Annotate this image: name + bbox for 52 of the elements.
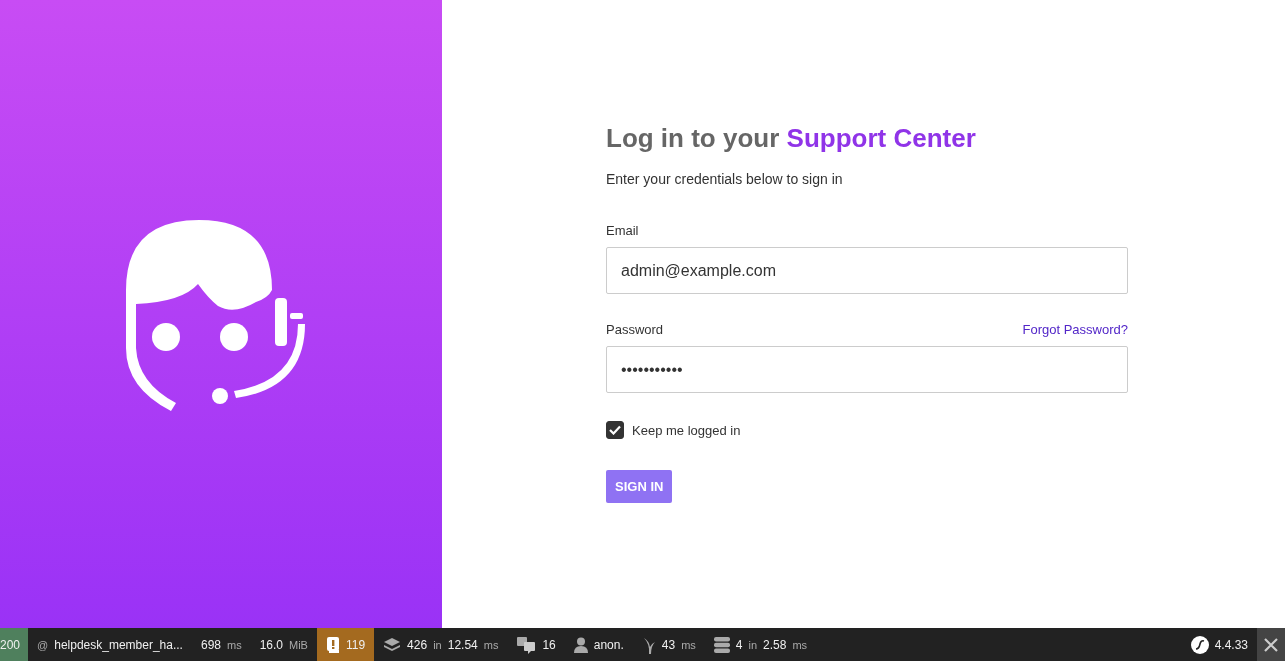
- layers-icon: [383, 636, 402, 653]
- email-field[interactable]: admin@example.com: [606, 247, 1128, 294]
- toolbar-item[interactable]: 200: [0, 628, 29, 661]
- toolbar-value: 16: [542, 637, 556, 652]
- toolbar-value: 4.4.33: [1214, 637, 1248, 652]
- toolbar-item[interactable]: 4 in 2.58 ms: [704, 628, 817, 661]
- toolbar-value: 426: [407, 637, 428, 652]
- password-label: Password: [606, 322, 664, 337]
- close-button[interactable]: [1257, 628, 1285, 661]
- exclamation-book-icon: [325, 636, 340, 653]
- toolbar-unit: ms: [227, 638, 242, 651]
- toolbar-value: 4: [735, 637, 743, 652]
- toolbar-value: helpdesk_member_ha...: [54, 637, 183, 652]
- toolbar-unit: ms: [483, 638, 499, 651]
- toolbar-item[interactable]: 698 ms: [191, 628, 251, 661]
- toolbar-unit: in: [433, 638, 442, 651]
- toolbar-item[interactable]: @ helpdesk_member_ha...: [28, 628, 192, 661]
- toolbar-item[interactable]: 43 ms: [632, 628, 705, 661]
- toolbar-item[interactable]: 16.0 MiB: [250, 628, 317, 661]
- toolbar-item[interactable]: anon.: [564, 628, 633, 661]
- toolbar-value: anon.: [593, 637, 624, 652]
- server-icon: [713, 636, 730, 653]
- close-icon: [1264, 637, 1278, 652]
- twig-icon: [641, 635, 656, 654]
- user-icon: [573, 636, 588, 653]
- toolbar-item[interactable]: 119: [316, 628, 375, 661]
- toolbar-unit: in: [748, 638, 758, 651]
- toolbar-value: 698: [200, 637, 221, 652]
- toolbar-item[interactable]: 16: [507, 628, 565, 661]
- toolbar-unit: @: [37, 638, 49, 651]
- login-title: Log in to your Support Center: [606, 123, 977, 154]
- password-field[interactable]: •••••••••••: [606, 346, 1128, 393]
- toolbar-value: 12.54: [447, 637, 478, 652]
- toolbar-value: 119: [345, 637, 366, 652]
- symfony-logo-icon: [1190, 635, 1209, 654]
- login-subtitle: Enter your credentials below to sign in: [606, 171, 844, 187]
- remember-checkbox[interactable]: [606, 421, 624, 439]
- toolbar-item[interactable]: 4.4.33: [1181, 628, 1257, 661]
- toolbar-unit: ms: [792, 638, 808, 651]
- translation-icon: [516, 635, 537, 654]
- toolbar-value: 2.58: [763, 637, 787, 652]
- support-agent-icon: [124, 217, 306, 411]
- remember-label: Keep me logged in: [632, 422, 741, 438]
- email-label: Email: [606, 223, 639, 238]
- toolbar-unit: ms: [681, 638, 696, 651]
- toolbar-value: 16.0: [259, 637, 283, 652]
- toolbar-item[interactable]: 426 in 12.54 ms: [374, 628, 508, 661]
- toolbar-value: 43: [661, 637, 676, 652]
- sign-in-button[interactable]: SIGN IN: [606, 470, 673, 503]
- toolbar-unit: MiB: [289, 638, 308, 651]
- toolbar-value: 200: [0, 637, 21, 652]
- forgot-password-link[interactable]: Forgot Password?: [1022, 322, 1128, 337]
